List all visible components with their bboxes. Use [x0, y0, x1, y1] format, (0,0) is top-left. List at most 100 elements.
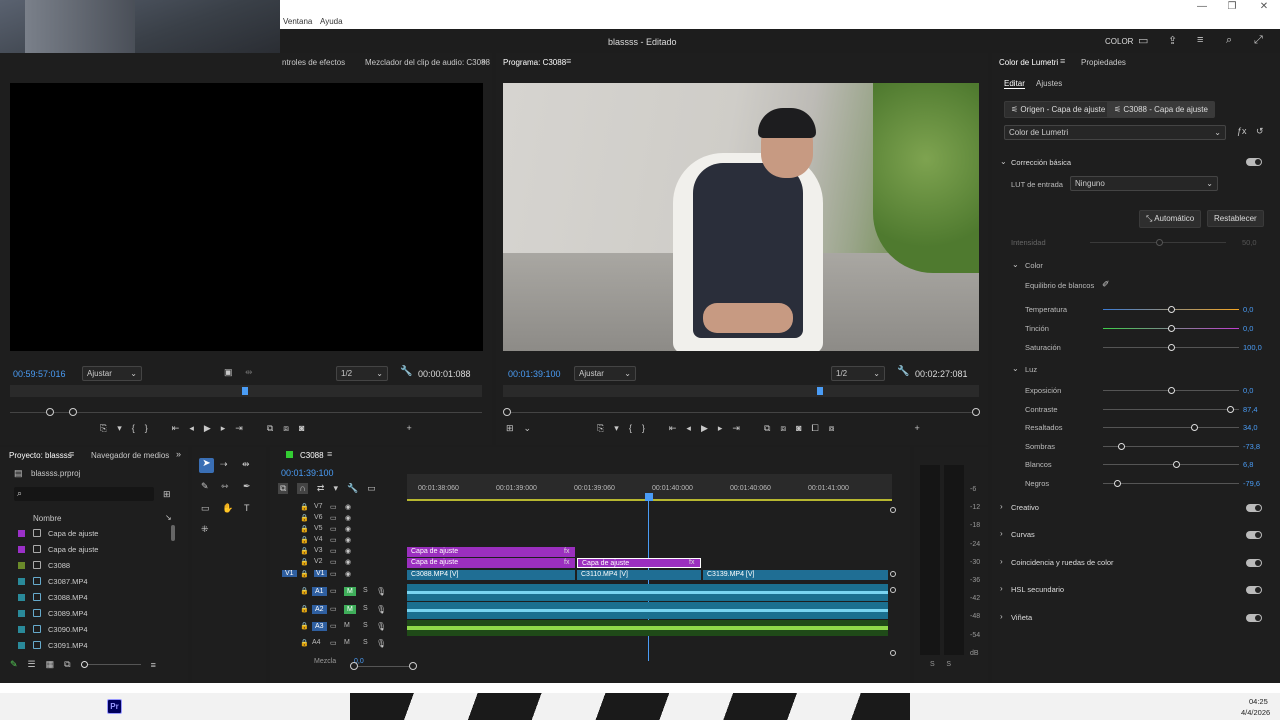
lock-icon[interactable]: 🔒: [300, 622, 309, 630]
list-item[interactable]: C3090.MP4: [8, 621, 178, 637]
mic-icon[interactable]: 🎙: [376, 587, 386, 596]
mark-out-icon[interactable]: }: [145, 423, 148, 434]
audio-clip-a1[interactable]: [407, 584, 888, 601]
section-color[interactable]: Color: [1025, 261, 1043, 270]
play-icon[interactable]: ▶: [701, 423, 708, 434]
slider-knob[interactable]: [1117, 443, 1125, 450]
sat-value[interactable]: 100,0: [1243, 343, 1262, 352]
slider-knob[interactable]: [1168, 306, 1175, 313]
sh-value[interactable]: -73,8: [1243, 442, 1260, 451]
audio-clip-a2[interactable]: [407, 602, 888, 619]
chevron-down-icon[interactable]: ⌄: [1000, 157, 1007, 166]
list-view-icon[interactable]: ☰: [28, 659, 36, 670]
lock-icon[interactable]: 🔒: [300, 639, 309, 647]
marker-icon[interactable]: ▾: [614, 423, 619, 434]
list-item[interactable]: Capa de ajuste: [8, 541, 178, 557]
list-item[interactable]: C3089.MP4: [8, 605, 178, 621]
panel-icon[interactable]: ▭: [1138, 34, 1148, 47]
sync-lock-icon[interactable]: ▭: [330, 587, 337, 595]
sh-slider[interactable]: [1103, 443, 1239, 450]
mark-in-icon[interactable]: {: [132, 423, 135, 434]
clip-adjustment-v2[interactable]: Capa de ajuste: [407, 558, 575, 568]
solo-button[interactable]: S: [363, 622, 368, 629]
solo-button[interactable]: S: [363, 605, 368, 612]
camera-icon[interactable]: ◙: [796, 423, 801, 434]
section-vi-eta[interactable]: Viñeta: [1011, 613, 1032, 622]
export-frame-icon[interactable]: ⎘: [597, 423, 604, 434]
track-target-v1[interactable]: V1: [282, 570, 297, 577]
slider-knob[interactable]: [1227, 406, 1235, 413]
mute-button[interactable]: M: [344, 587, 356, 596]
solo-button[interactable]: S: [363, 639, 368, 646]
tab-properties[interactable]: Propiedades: [1081, 58, 1126, 67]
slider-knob[interactable]: [1168, 325, 1175, 332]
zoom-handle[interactable]: [69, 408, 77, 416]
freeform-icon[interactable]: ⧉: [64, 659, 70, 670]
panel-menu-icon[interactable]: ≡: [1060, 56, 1065, 66]
source-res-select[interactable]: 1/2 ⌄: [336, 366, 388, 381]
section-toggle[interactable]: [1246, 613, 1262, 622]
captions-icon[interactable]: ▭: [367, 483, 376, 494]
zoom-handle[interactable]: [972, 408, 980, 416]
step-back-icon[interactable]: ◂: [189, 423, 194, 434]
extract-icon[interactable]: ⧈: [780, 423, 786, 434]
con-value[interactable]: 87,4: [1243, 405, 1258, 414]
lock-icon[interactable]: 🔒: [300, 570, 309, 578]
sync-lock-icon[interactable]: ▭: [330, 514, 337, 522]
menu-icon[interactable]: ≡: [1197, 34, 1203, 46]
slip-icon[interactable]: ⇿: [221, 481, 229, 492]
go-to-out-icon[interactable]: ⇥: [235, 423, 243, 434]
subtab-editar[interactable]: Editar: [1004, 79, 1025, 89]
list-item[interactable]: C3087.MP4: [8, 573, 178, 589]
sync-lock-icon[interactable]: ▭: [330, 622, 337, 630]
wrench-icon[interactable]: 🔧: [400, 366, 412, 377]
vr-icon[interactable]: ⧇: [829, 423, 835, 434]
sync-lock-icon[interactable]: ▭: [330, 547, 337, 555]
tint-value[interactable]: 0,0: [1243, 324, 1253, 333]
sync-lock-icon[interactable]: ▭: [330, 525, 337, 533]
bl-slider[interactable]: [1103, 480, 1239, 487]
section-curvas[interactable]: Curvas: [1011, 530, 1035, 539]
go-to-out-icon[interactable]: ⇥: [732, 423, 740, 434]
linked-icon[interactable]: ⇄: [317, 483, 325, 494]
chevron-down-icon[interactable]: ⌄: [1012, 364, 1019, 373]
zoom-handle[interactable]: [409, 662, 417, 670]
more-tabs-icon[interactable]: »: [176, 449, 181, 459]
section-toggle[interactable]: [1246, 504, 1262, 512]
tab-effect-controls[interactable]: ntroles de efectos: [282, 58, 345, 67]
temp-slider[interactable]: [1103, 306, 1239, 313]
chevron-down-icon[interactable]: ⌄: [1012, 260, 1019, 269]
play-icon[interactable]: ▶: [204, 423, 211, 434]
workspace-label[interactable]: COLOR: [1105, 37, 1133, 46]
tab-project[interactable]: Proyecto: blassss: [9, 451, 72, 460]
mute-button[interactable]: M: [344, 605, 356, 614]
tint-slider[interactable]: [1103, 325, 1239, 332]
scroll-handle[interactable]: [890, 650, 896, 656]
chevron-right-icon[interactable]: ›: [1000, 612, 1003, 621]
program-timecode-left[interactable]: 00:01:39:100: [508, 369, 561, 379]
mute-button[interactable]: M: [344, 639, 350, 646]
clip-adjustment-v3[interactable]: Capa de ajuste: [407, 547, 575, 557]
program-fit-select[interactable]: Ajustar ⌄: [574, 366, 636, 381]
hand-icon[interactable]: ✋: [222, 503, 233, 514]
step-forward-icon[interactable]: ▸: [718, 423, 723, 434]
export-frame-icon[interactable]: ⎘: [100, 423, 107, 434]
scroll-handle[interactable]: [890, 587, 896, 593]
zoom-slider[interactable]: [80, 661, 141, 668]
chevron-down-icon[interactable]: ⌄: [524, 423, 532, 434]
section-hsl-secundario[interactable]: HSL secundario: [1011, 585, 1064, 594]
panel-menu-icon[interactable]: ≡: [566, 56, 571, 66]
toggle-basic[interactable]: [1246, 158, 1262, 166]
eye-icon[interactable]: ◉: [345, 547, 351, 555]
lock-icon[interactable]: 🔒: [300, 525, 309, 533]
section-creativo[interactable]: Creativo: [1011, 503, 1039, 512]
sat-slider[interactable]: [1103, 344, 1239, 351]
section-toggle[interactable]: [1246, 531, 1262, 540]
menu-ventana[interactable]: Ventana: [283, 17, 312, 26]
section-basic[interactable]: Corrección básica: [1011, 158, 1071, 167]
project-search-input[interactable]: ⌕: [14, 487, 154, 501]
scrollbar[interactable]: [171, 525, 175, 541]
premiere-taskbar-icon[interactable]: Pr: [107, 699, 122, 714]
chevron-right-icon[interactable]: ›: [1000, 502, 1003, 511]
intensity-slider[interactable]: [1090, 239, 1226, 246]
